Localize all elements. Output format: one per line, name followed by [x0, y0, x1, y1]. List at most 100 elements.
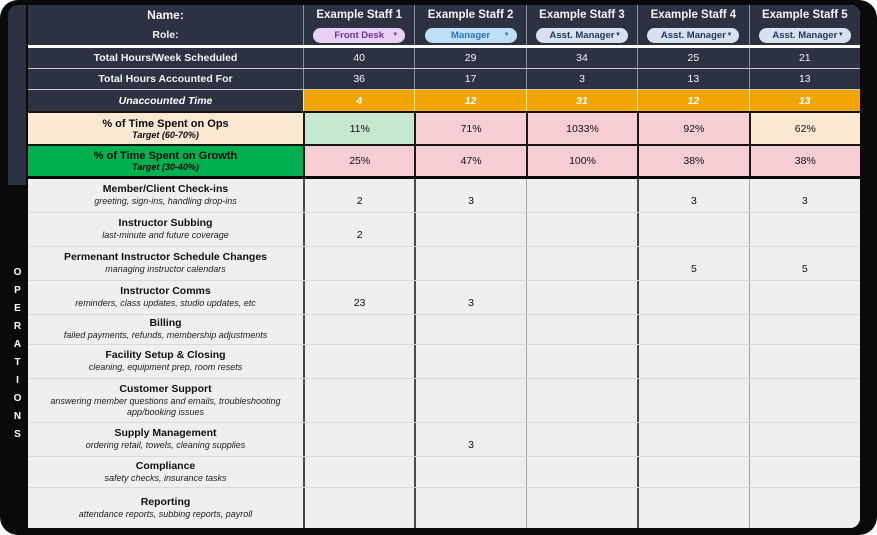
task-value-cell[interactable]	[637, 345, 748, 378]
task-value-cell[interactable]: 3	[414, 179, 525, 212]
task-label: Reporting attendance reports, subbing re…	[28, 488, 303, 528]
task-value-cell[interactable]	[749, 423, 860, 456]
task-value-cell[interactable]	[526, 315, 637, 344]
ops-percent-row-label: % of Time Spent on Ops Target (60-70%)	[28, 113, 303, 144]
task-value-cell[interactable]	[637, 379, 748, 422]
accounted-hours-cell[interactable]: 17	[414, 69, 525, 89]
unaccounted-time-cell[interactable]: 31	[526, 90, 637, 111]
task-value-cell[interactable]	[637, 423, 748, 456]
task-value-cell[interactable]	[414, 379, 525, 422]
ops-percent-row: % of Time Spent on Ops Target (60-70%) 1…	[28, 113, 860, 146]
task-value-cell[interactable]	[414, 213, 525, 246]
task-value-cell[interactable]: 5	[637, 247, 748, 280]
task-value-cell[interactable]	[303, 345, 414, 378]
growth-percent-cell[interactable]: 38%	[637, 146, 748, 176]
task-value-cell[interactable]: 3	[414, 281, 525, 314]
task-value-cell[interactable]	[526, 179, 637, 212]
task-value-cell[interactable]	[637, 315, 748, 344]
task-value-cell[interactable]	[749, 345, 860, 378]
task-value-cell[interactable]	[749, 281, 860, 314]
task-subtitle: safety checks, insurance tasks	[104, 473, 226, 484]
task-label: Member/Client Check-ins greeting, sign-i…	[28, 179, 303, 212]
task-value-cell[interactable]	[749, 213, 860, 246]
task-value-cell[interactable]	[414, 315, 525, 344]
task-value-cell[interactable]	[526, 213, 637, 246]
task-value-cell[interactable]	[637, 281, 748, 314]
ops-percent-cell[interactable]: 71%	[414, 113, 525, 144]
task-value-cell[interactable]	[414, 345, 525, 378]
task-value-cell[interactable]	[303, 379, 414, 422]
accounted-hours-cell[interactable]: 13	[749, 69, 860, 89]
task-value-cell[interactable]	[303, 315, 414, 344]
task-value-cell[interactable]: 3	[749, 179, 860, 212]
task-value-cell[interactable]: 2	[303, 179, 414, 212]
task-value-cell[interactable]: 3	[637, 179, 748, 212]
task-value-cell[interactable]	[303, 488, 414, 528]
task-value-cell[interactable]	[637, 457, 748, 487]
ops-percent-cell[interactable]: 11%	[303, 113, 414, 144]
staff-name-header: Example Staff 1	[303, 5, 414, 25]
task-value-cell[interactable]	[749, 488, 860, 528]
chevron-down-icon: ▼	[615, 32, 621, 38]
task-value-cell[interactable]	[303, 457, 414, 487]
unaccounted-time-cell[interactable]: 4	[303, 90, 414, 111]
task-row-billing: Billing failed payments, refunds, member…	[28, 315, 860, 345]
scheduled-hours-cell[interactable]: 29	[414, 48, 525, 68]
task-row-instructor-comms: Instructor Comms reminders, class update…	[28, 281, 860, 315]
task-label: Permenant Instructor Schedule Changes ma…	[28, 247, 303, 280]
unaccounted-time-cell[interactable]: 12	[637, 90, 748, 111]
task-value-cell[interactable]: 2	[303, 213, 414, 246]
role-cell: Asst. Manager▼	[526, 25, 637, 45]
task-value-cell[interactable]: 3	[414, 423, 525, 456]
task-value-cell[interactable]	[526, 488, 637, 528]
task-row-customer-support: Customer Support answering member questi…	[28, 379, 860, 423]
growth-percent-row: % of Time Spent on Growth Target (30-40%…	[28, 146, 860, 179]
ops-percent-title: % of Time Spent on Ops	[102, 118, 228, 130]
task-value-cell[interactable]	[526, 247, 637, 280]
growth-percent-cell[interactable]: 47%	[414, 146, 525, 176]
accounted-hours-cell[interactable]: 13	[637, 69, 748, 89]
scheduled-hours-cell[interactable]: 40	[303, 48, 414, 68]
task-value-cell[interactable]	[414, 488, 525, 528]
ops-percent-cell[interactable]: 1033%	[526, 113, 637, 144]
task-subtitle: cleaning, equipment prep, room resets	[89, 362, 243, 373]
task-value-cell[interactable]	[526, 345, 637, 378]
unaccounted-time-cell[interactable]: 12	[414, 90, 525, 111]
task-value-cell[interactable]	[749, 379, 860, 422]
role-dropdown[interactable]: Asst. Manager▼	[647, 28, 739, 43]
role-dropdown[interactable]: Asst. Manager▼	[759, 28, 851, 43]
task-value-cell[interactable]	[526, 423, 637, 456]
task-value-cell[interactable]	[526, 457, 637, 487]
task-value-cell[interactable]	[749, 315, 860, 344]
task-value-cell[interactable]	[414, 247, 525, 280]
task-value-cell[interactable]	[749, 457, 860, 487]
scheduled-hours-cell[interactable]: 34	[526, 48, 637, 68]
role-dropdown[interactable]: Manager▼	[425, 28, 517, 43]
task-value-cell[interactable]	[526, 281, 637, 314]
role-dropdown-value: Asst. Manager	[772, 30, 837, 41]
task-value-cell[interactable]	[303, 247, 414, 280]
task-row-member-client-check-ins: Member/Client Check-ins greeting, sign-i…	[28, 179, 860, 213]
growth-percent-cell[interactable]: 25%	[303, 146, 414, 176]
task-value-cell[interactable]	[414, 457, 525, 487]
growth-percent-cell[interactable]: 38%	[749, 146, 860, 176]
task-title: Member/Client Check-ins	[103, 183, 228, 196]
task-value-cell[interactable]: 23	[303, 281, 414, 314]
task-value-cell[interactable]: 5	[749, 247, 860, 280]
role-dropdown[interactable]: Front Desk▼	[313, 28, 405, 43]
accounted-hours-cell[interactable]: 3	[526, 69, 637, 89]
ops-percent-cell[interactable]: 92%	[637, 113, 748, 144]
unaccounted-time-cell[interactable]: 13	[749, 90, 860, 111]
task-value-cell[interactable]	[637, 213, 748, 246]
scheduled-hours-cell[interactable]: 21	[749, 48, 860, 68]
task-title: Supply Management	[114, 427, 216, 440]
growth-percent-cell[interactable]: 100%	[526, 146, 637, 176]
role-dropdown[interactable]: Asst. Manager▼	[536, 28, 628, 43]
accounted-hours-cell[interactable]: 36	[303, 69, 414, 89]
ops-percent-cell[interactable]: 62%	[749, 113, 860, 144]
task-value-cell[interactable]	[303, 423, 414, 456]
task-value-cell[interactable]	[637, 488, 748, 528]
task-value-cell[interactable]	[526, 379, 637, 422]
role-cell: Asst. Manager▼	[637, 25, 748, 45]
scheduled-hours-cell[interactable]: 25	[637, 48, 748, 68]
